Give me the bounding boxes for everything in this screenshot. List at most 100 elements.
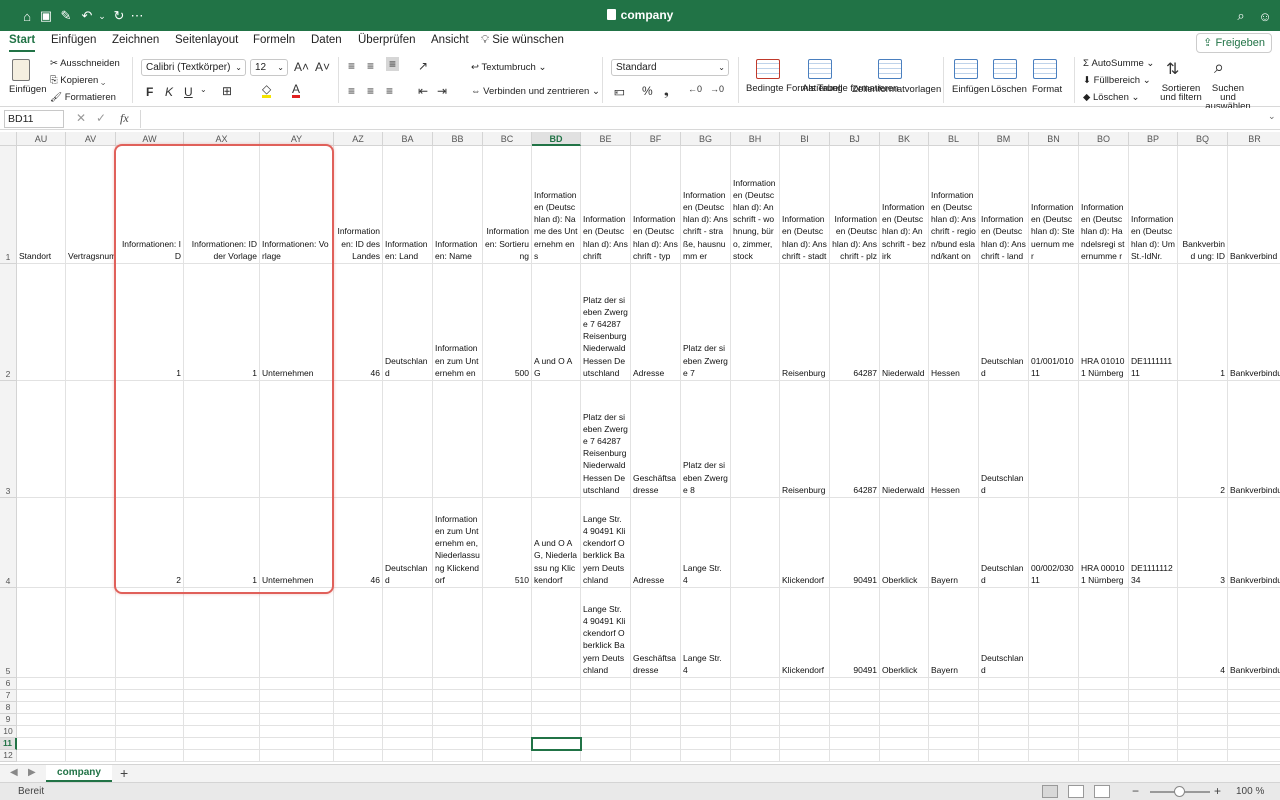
cell-bn6[interactable]	[1029, 678, 1079, 690]
cell-ax9[interactable]	[184, 714, 260, 726]
font-color-icon[interactable]: A	[292, 83, 301, 98]
cell-az12[interactable]	[334, 750, 383, 762]
cell-bm6[interactable]	[979, 678, 1029, 690]
cell-bg6[interactable]	[681, 678, 731, 690]
cell-ba11[interactable]	[383, 738, 433, 750]
cell-bo7[interactable]	[1079, 690, 1129, 702]
cell-bf8[interactable]	[631, 702, 681, 714]
cell-bo9[interactable]	[1079, 714, 1129, 726]
cell-ba5[interactable]	[383, 588, 433, 678]
cell-bc1[interactable]: Information en: Sortierung	[483, 146, 532, 264]
cell-be4[interactable]: Lange Str. 4 90491 Klickendorf Oberklick…	[581, 498, 631, 588]
cell-be8[interactable]	[581, 702, 631, 714]
cell-be3[interactable]: Platz der sieben Zwerge 7 64287 Reisenbu…	[581, 381, 631, 498]
cell-au2[interactable]	[17, 264, 66, 381]
cell-bk4[interactable]: Oberklick	[880, 498, 929, 588]
cell-az3[interactable]	[334, 381, 383, 498]
column-header-aw[interactable]: AW	[116, 132, 184, 146]
cell-av3[interactable]	[66, 381, 116, 498]
comma-icon[interactable]: ❟	[664, 84, 669, 99]
zoom-in-button[interactable]: +	[1214, 784, 1221, 798]
column-header-bo[interactable]: BO	[1079, 132, 1129, 146]
cell-aw7[interactable]	[116, 690, 184, 702]
cell-bh7[interactable]	[731, 690, 780, 702]
cell-bn4[interactable]: 00/002/030 11	[1029, 498, 1079, 588]
autosum-button[interactable]: Σ AutoSumme ⌄	[1083, 58, 1154, 69]
bold-button[interactable]: F	[146, 85, 153, 99]
cell-bi4[interactable]: Klickendorf	[780, 498, 830, 588]
cell-bk11[interactable]	[880, 738, 929, 750]
cell-bl2[interactable]: Hessen	[929, 264, 979, 381]
cell-aw1[interactable]: Informationen: ID	[116, 146, 184, 264]
cell-bl6[interactable]	[929, 678, 979, 690]
cell-ba4[interactable]: Deutschland	[383, 498, 433, 588]
cell-bq11[interactable]	[1178, 738, 1228, 750]
cell-ax4[interactable]: 1	[184, 498, 260, 588]
cell-bj1[interactable]: Information en (Deutschlan d): Anschrift…	[830, 146, 880, 264]
cell-bi1[interactable]: Information en (Deutschlan d): Anschrift…	[780, 146, 830, 264]
row-header-10[interactable]: 10	[0, 726, 17, 738]
cell-bb7[interactable]	[433, 690, 483, 702]
cell-bh10[interactable]	[731, 726, 780, 738]
cell-bl12[interactable]	[929, 750, 979, 762]
column-header-bj[interactable]: BJ	[830, 132, 880, 146]
cell-ba10[interactable]	[383, 726, 433, 738]
row-header-11[interactable]: 11	[0, 738, 17, 750]
column-header-bh[interactable]: BH	[731, 132, 780, 146]
row-header-4[interactable]: 4	[0, 498, 17, 588]
cell-au5[interactable]	[17, 588, 66, 678]
cell-bb10[interactable]	[433, 726, 483, 738]
percent-icon[interactable]: %	[642, 84, 653, 98]
formula-input[interactable]	[140, 110, 1266, 128]
cell-az9[interactable]	[334, 714, 383, 726]
cell-bk7[interactable]	[880, 690, 929, 702]
cell-bq12[interactable]	[1178, 750, 1228, 762]
save-icon[interactable]: ▣	[37, 7, 55, 25]
cell-bk8[interactable]	[880, 702, 929, 714]
cell-bg11[interactable]	[681, 738, 731, 750]
cell-bm12[interactable]	[979, 750, 1029, 762]
cell-bk6[interactable]	[880, 678, 929, 690]
cell-bo1[interactable]: Information en (Deutschlan d): Handelsre…	[1079, 146, 1129, 264]
cell-ba2[interactable]: Deutschland	[383, 264, 433, 381]
cell-br9[interactable]	[1228, 714, 1280, 726]
tab-zeichnen[interactable]: Zeichnen	[112, 34, 159, 52]
cell-av7[interactable]	[66, 690, 116, 702]
increase-indent-icon[interactable]: ⇥	[437, 84, 447, 98]
cell-bp10[interactable]	[1129, 726, 1178, 738]
cell-bo12[interactable]	[1079, 750, 1129, 762]
cell-bq6[interactable]	[1178, 678, 1228, 690]
cell-bm9[interactable]	[979, 714, 1029, 726]
cell-ax5[interactable]	[184, 588, 260, 678]
cell-bo8[interactable]	[1079, 702, 1129, 714]
cell-bl8[interactable]	[929, 702, 979, 714]
home-icon[interactable]: ⌂	[18, 7, 36, 25]
cell-ay7[interactable]	[260, 690, 334, 702]
cell-br2[interactable]: Bankverbindu	[1228, 264, 1280, 381]
cell-bp12[interactable]	[1129, 750, 1178, 762]
cell-bb3[interactable]	[433, 381, 483, 498]
search-icon[interactable]: ⌕	[1232, 7, 1250, 25]
cell-bd2[interactable]: A und O AG	[532, 264, 581, 381]
cell-bb12[interactable]	[433, 750, 483, 762]
edit-icon[interactable]: ✎	[57, 7, 75, 25]
cell-ax3[interactable]	[184, 381, 260, 498]
column-header-av[interactable]: AV	[66, 132, 116, 146]
cell-av5[interactable]	[66, 588, 116, 678]
cell-ay2[interactable]: Unternehmen	[260, 264, 334, 381]
cell-bm8[interactable]	[979, 702, 1029, 714]
cell-ay5[interactable]	[260, 588, 334, 678]
cell-bi8[interactable]	[780, 702, 830, 714]
cell-bj11[interactable]	[830, 738, 880, 750]
cell-az2[interactable]: 46	[334, 264, 383, 381]
cell-bg2[interactable]: Platz der sieben Zwerge 7	[681, 264, 731, 381]
row-header-5[interactable]: 5	[0, 588, 17, 678]
cell-ay4[interactable]: Unternehmen	[260, 498, 334, 588]
cell-bp4[interactable]: DE1111112 34	[1129, 498, 1178, 588]
cell-bh6[interactable]	[731, 678, 780, 690]
cell-ax7[interactable]	[184, 690, 260, 702]
cell-av4[interactable]	[66, 498, 116, 588]
column-header-be[interactable]: BE	[581, 132, 631, 146]
cell-aw12[interactable]	[116, 750, 184, 762]
cell-ay9[interactable]	[260, 714, 334, 726]
